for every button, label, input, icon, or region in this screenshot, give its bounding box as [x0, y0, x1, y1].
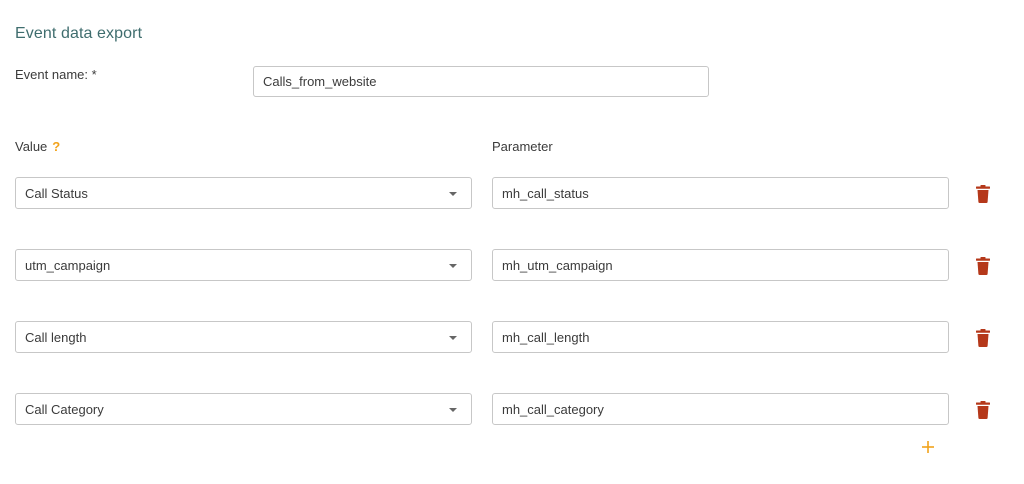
parameter-input[interactable] [492, 249, 949, 281]
value-select[interactable]: Call Category [15, 393, 472, 425]
chevron-down-icon [449, 336, 457, 340]
parameter-input[interactable] [492, 177, 949, 209]
mapping-row: utm_campaign [0, 249, 1024, 281]
parameter-input[interactable] [492, 321, 949, 353]
event-name-label: Event name: * [15, 67, 97, 82]
mapping-row: Call Category [0, 393, 1024, 425]
chevron-down-icon [449, 264, 457, 268]
value-select-text: Call length [25, 330, 87, 345]
mapping-row: Call Status [0, 177, 1024, 209]
trash-icon[interactable] [975, 401, 991, 419]
event-data-export-panel: Event data export Event name: * Value? P… [0, 0, 1024, 484]
trash-icon[interactable] [975, 257, 991, 275]
value-select-text: utm_campaign [25, 258, 111, 273]
chevron-down-icon [449, 408, 457, 412]
value-select[interactable]: Call length [15, 321, 472, 353]
value-column-header: Value? [15, 139, 60, 154]
value-select[interactable]: utm_campaign [15, 249, 472, 281]
parameter-column-header: Parameter [492, 139, 553, 154]
page-title: Event data export [15, 25, 143, 42]
value-select-text: Call Status [25, 186, 88, 201]
trash-icon[interactable] [975, 329, 991, 347]
parameter-input[interactable] [492, 393, 949, 425]
value-select-text: Call Category [25, 402, 104, 417]
value-select[interactable]: Call Status [15, 177, 472, 209]
value-header-label: Value [15, 139, 48, 154]
mapping-row: Call length [0, 321, 1024, 353]
chevron-down-icon [449, 192, 457, 196]
event-name-input[interactable] [253, 66, 709, 97]
help-icon[interactable]: ? [52, 139, 60, 154]
trash-icon[interactable] [975, 185, 991, 203]
plus-icon[interactable] [918, 437, 938, 457]
